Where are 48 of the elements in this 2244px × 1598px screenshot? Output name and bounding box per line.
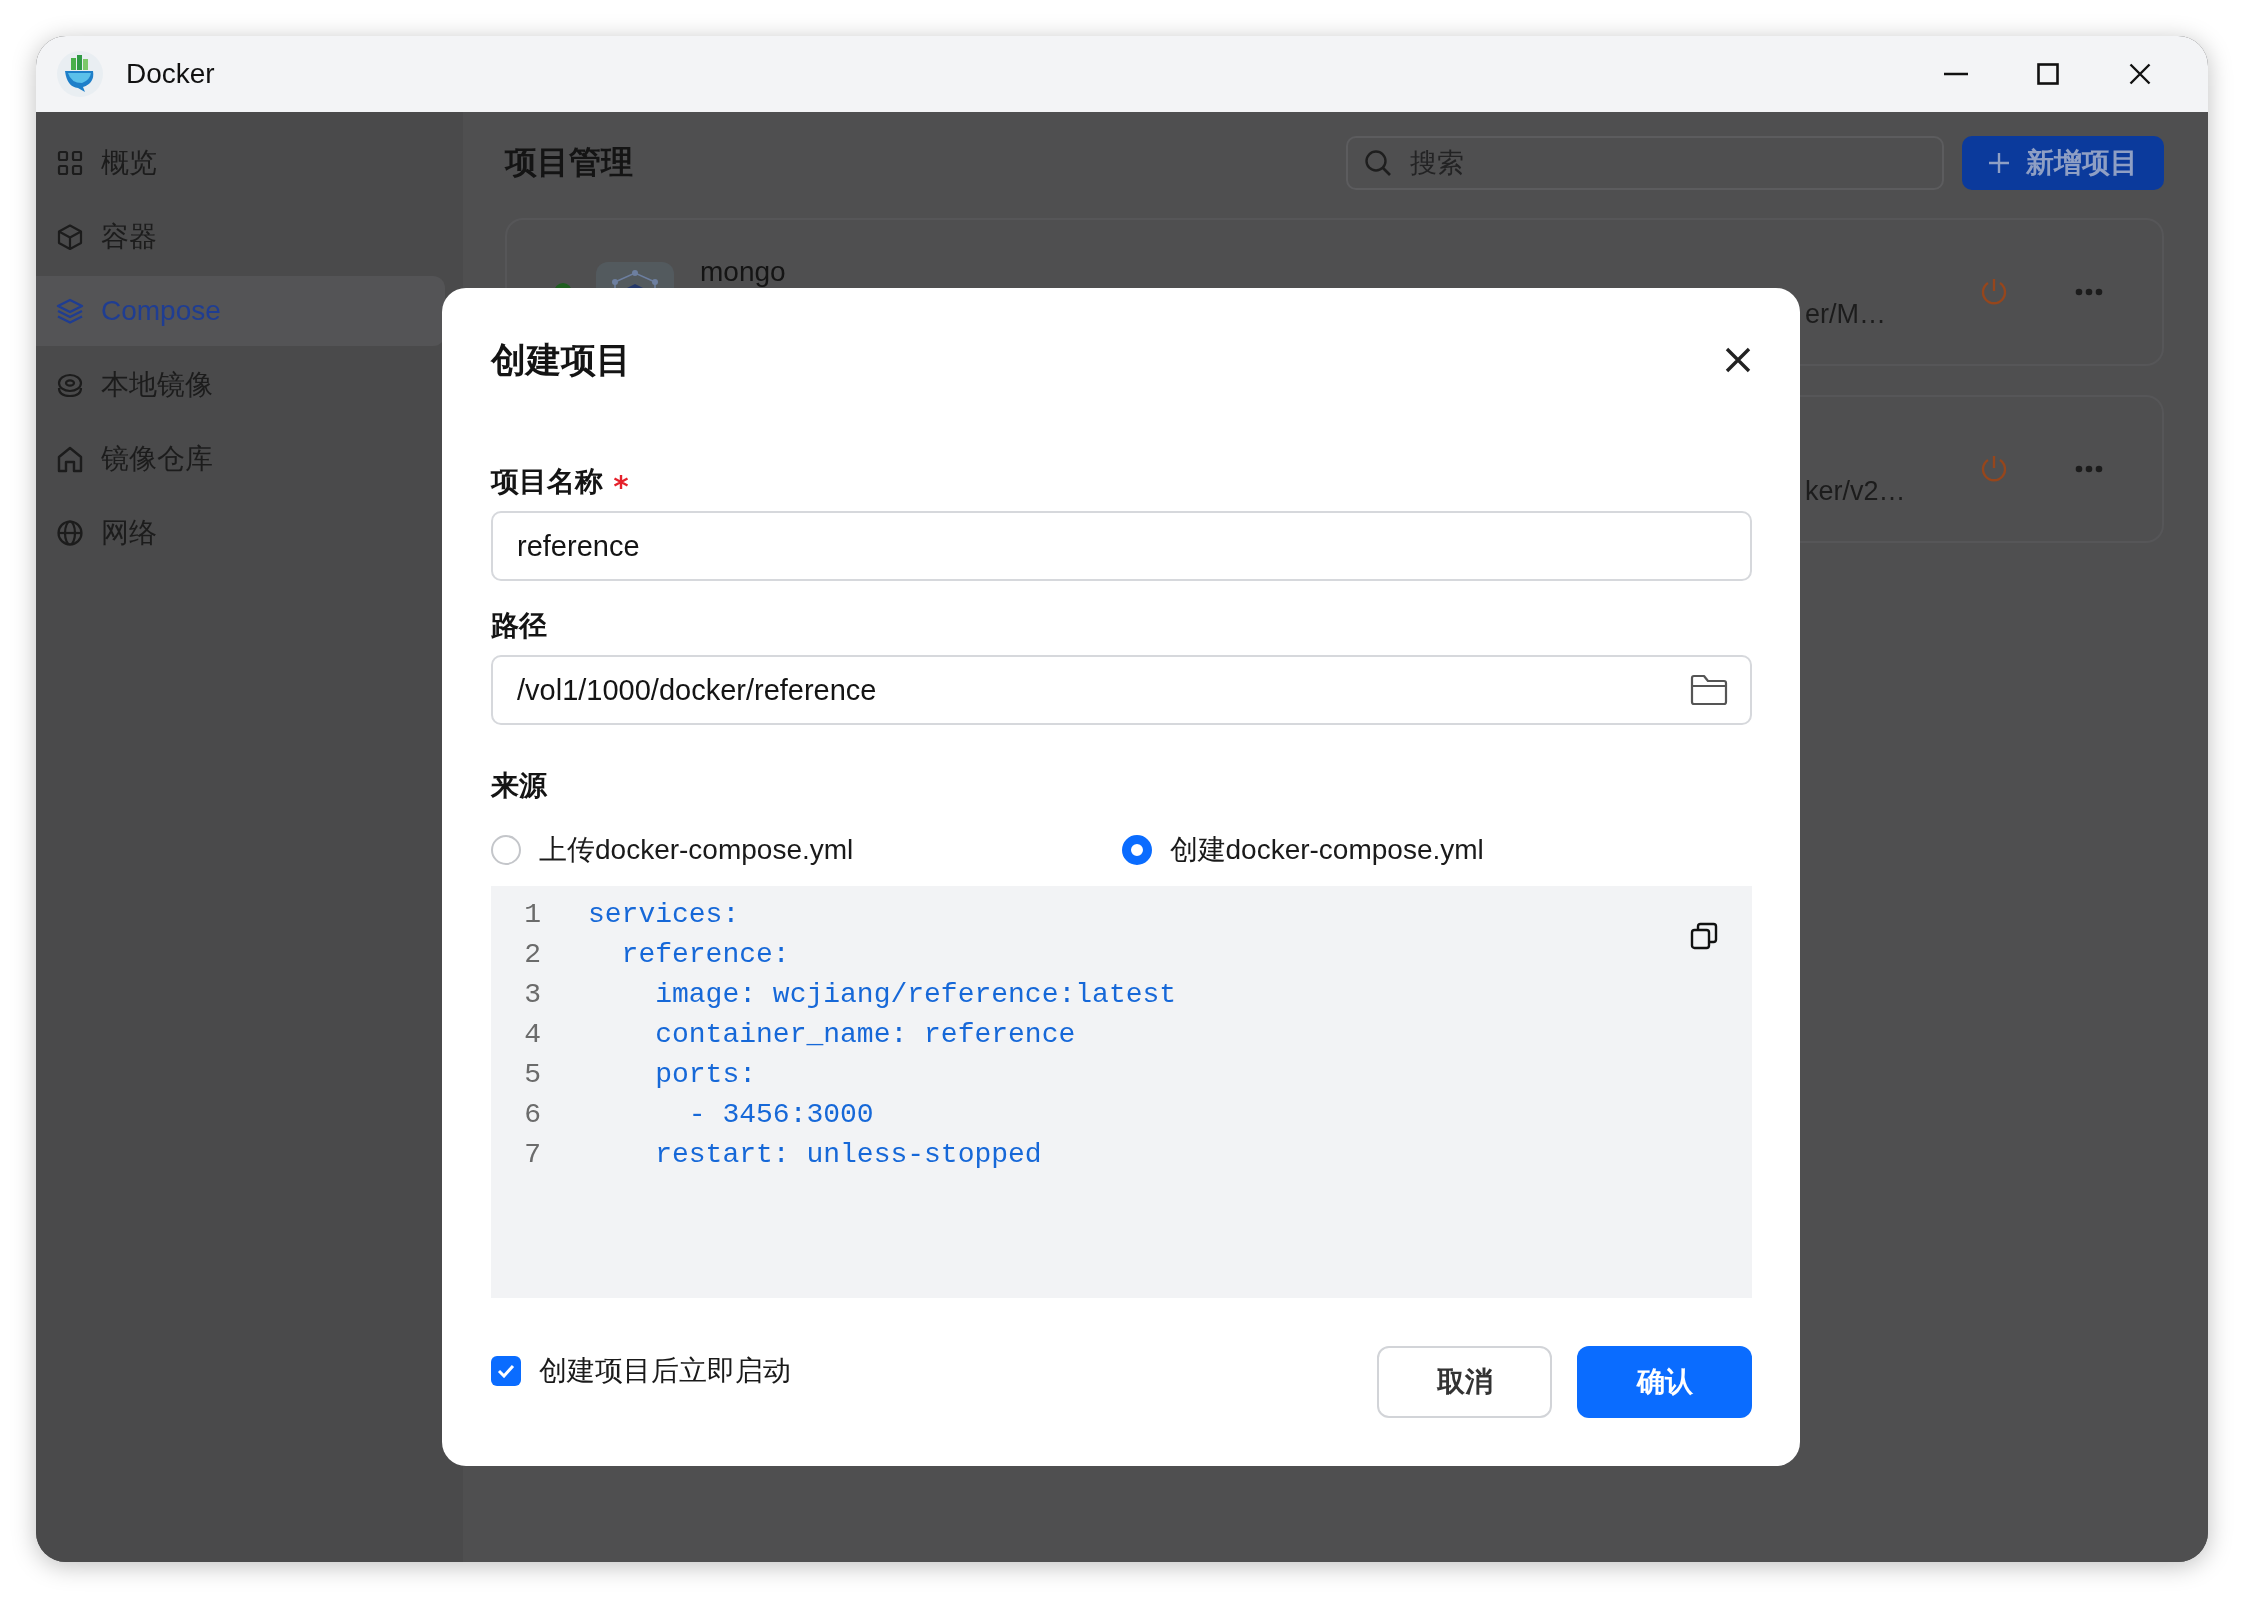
copy-icon[interactable] [1690,922,1718,950]
cancel-button[interactable]: 取消 [1377,1346,1552,1418]
globe-icon [56,519,84,547]
checkbox-option[interactable]: 创建项目后立即启动 [491,1352,1352,1390]
cube-icon [56,223,84,251]
close-icon[interactable] [1724,346,1752,374]
project-name: mongo [700,256,786,288]
line-number: 1 [523,898,541,930]
code-line: restart: unless-stopped [654,1138,1042,1170]
plus-icon [1988,152,2010,174]
radio-option[interactable]: 上传docker-compose.yml [491,830,1122,870]
code-line: image: wcjiang/reference:latest [654,978,1177,1010]
section-label: 来源 [491,769,547,803]
line-number: 2 [523,938,541,970]
line-number: 5 [523,1058,541,1090]
layers-icon [56,297,84,325]
radio-button[interactable] [1121,835,1152,865]
checkbox[interactable] [491,1356,521,1386]
page-title: 项目管理 [505,143,634,182]
code-line: reference: [620,938,790,970]
maximize-icon[interactable] [2037,63,2059,85]
folder-icon[interactable] [1690,674,1728,706]
line-number: 4 [523,1018,541,1050]
line-number: 3 [523,978,541,1010]
field-label: 路径 [491,609,547,643]
field-label: 项目名称 [491,465,603,499]
code-line: container_name: reference [654,1018,1076,1050]
dialog-title: 创建项目 [491,338,631,381]
house-icon [56,445,84,473]
grid-icon [56,149,84,177]
add-project-button[interactable]: 新增项目 [1962,136,2164,190]
disc-icon [56,371,84,399]
window-title: Docker [126,58,216,90]
app-logo [56,50,104,98]
code-editor[interactable]: 1 services: 2 reference: 3 image: wcjiang/reference:latest 4 container_name: reference 5 ports: 6 - 3456:3000 7 restart: unless-stopped [491,886,1752,1298]
code-line: services: [588,898,740,930]
line-number: 6 [523,1098,541,1130]
check-icon [497,1364,515,1378]
search-icon [1364,149,1392,177]
radio-button[interactable] [491,835,521,865]
path-field[interactable]: /vol1/1000/docker/reference [491,655,1752,725]
confirm-button[interactable]: 确认 [1577,1346,1752,1418]
code-line: ports: [654,1058,757,1090]
close-icon[interactable] [2129,63,2151,85]
input-field[interactable]: reference [491,511,1752,581]
radio-option[interactable]: 创建docker-compose.yml [1121,830,1752,870]
code-line: - 3456:3000 [687,1098,874,1130]
line-number: 7 [523,1138,541,1170]
